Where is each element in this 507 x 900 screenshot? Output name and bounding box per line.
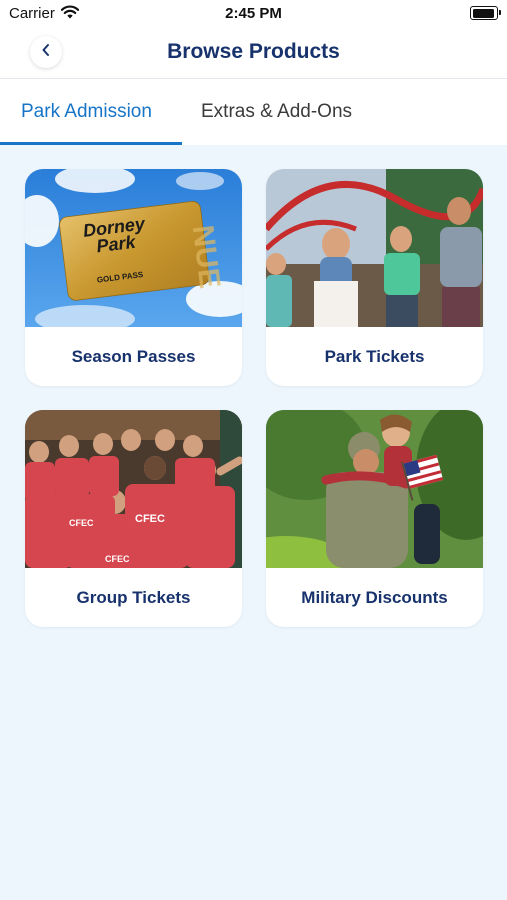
tab-extras-add-ons[interactable]: Extras & Add-Ons (201, 101, 352, 123)
military-discounts-label: Military Discounts (301, 587, 448, 607)
tab-park-admission[interactable]: Park Admission (21, 101, 152, 123)
park-tickets-label: Park Tickets (324, 346, 425, 366)
clock: 2:45 PM (225, 5, 282, 22)
navigation-bar: Browse Products (0, 28, 507, 79)
svg-text:CFEC: CFEC (105, 554, 130, 564)
park-tickets-image (266, 169, 483, 327)
status-bar: Carrier 2:45 PM (0, 0, 507, 28)
page-title: Browse Products (167, 40, 340, 63)
product-card-season-passes[interactable]: NUE Dorney Park GOLD PASS Season Passes (25, 169, 242, 386)
military-discounts-image (266, 410, 483, 568)
svg-text:CFEC: CFEC (69, 518, 94, 528)
season-passes-label: Season Passes (71, 346, 196, 366)
season-passes-image: NUE Dorney Park GOLD PASS (25, 169, 242, 327)
active-tab-indicator (0, 142, 182, 145)
svg-text:CFEC: CFEC (135, 513, 165, 525)
group-tickets-label: Group Tickets (76, 587, 191, 607)
battery-icon (470, 6, 501, 20)
product-card-military-discounts[interactable]: Military Discounts (266, 410, 483, 627)
product-card-group-tickets[interactable]: CFEC CFEC CFEC Group Tickets (25, 410, 242, 627)
group-tickets-image: CFEC CFEC CFEC (25, 410, 242, 568)
tab-bar: Park Admission Extras & Add-Ons (0, 79, 507, 145)
product-card-park-tickets[interactable]: Park Tickets (266, 169, 483, 386)
